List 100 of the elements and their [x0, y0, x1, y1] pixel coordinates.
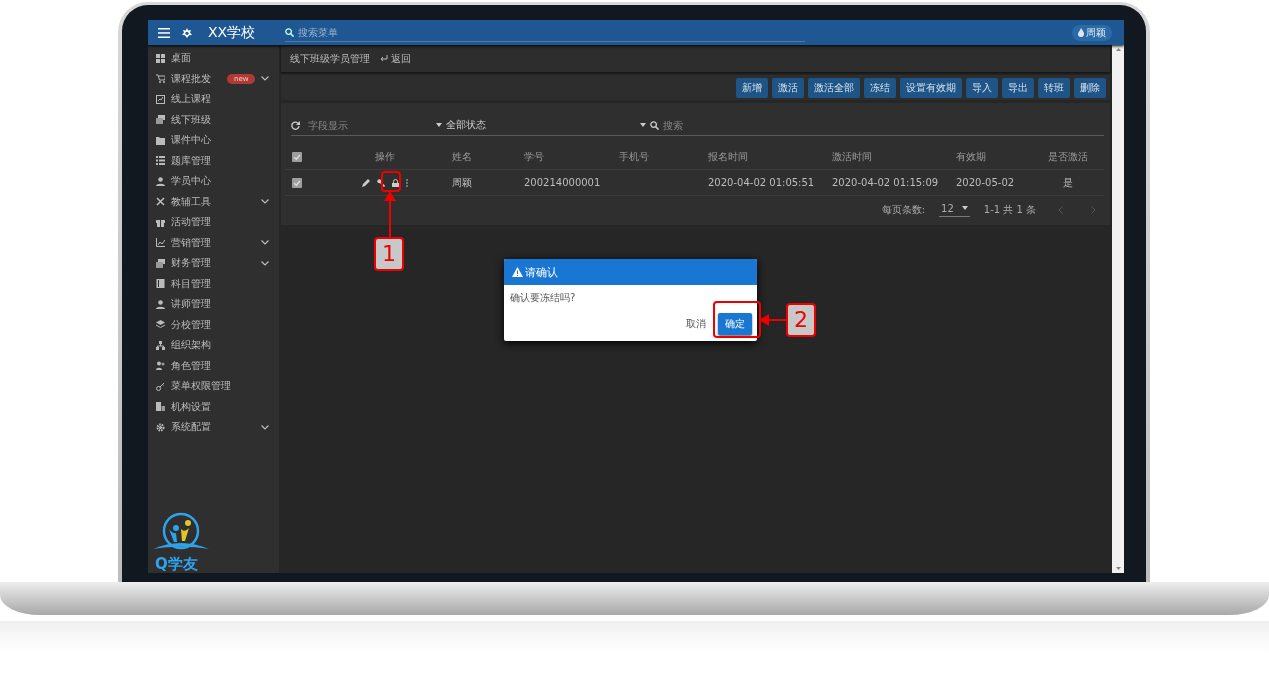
column-header: 报名时间 [701, 144, 825, 170]
pencil-icon[interactable] [362, 178, 370, 187]
column-header: 有效期 [949, 144, 1032, 170]
page-range: 1-1 共 1 条 [983, 202, 1036, 217]
toolbar-button[interactable]: 导入 [966, 77, 998, 98]
page-title: 线下班级学员管理 [290, 51, 370, 66]
rows-per-page-label: 每页条数: [881, 202, 926, 217]
toolbar-button[interactable]: 转班 [1038, 77, 1070, 98]
sidebar-item[interactable]: 桌面 [148, 48, 279, 69]
menu-icon[interactable] [158, 27, 170, 38]
step-number: 2 [786, 303, 816, 337]
toolbar-button[interactable]: 导出 [1002, 77, 1034, 98]
toolbar-button[interactable]: 设置有效期 [900, 77, 962, 98]
search-field[interactable]: 搜索 [663, 119, 1063, 131]
gear-icon [156, 422, 165, 432]
chart-icon [156, 238, 165, 248]
sidebar-item[interactable]: 学员中心 [148, 171, 279, 192]
field-display-input[interactable]: 字段显示 [308, 119, 428, 131]
sidebar-item-label: 课件中心 [171, 133, 211, 148]
sidebar-item-label: 学员中心 [171, 174, 211, 189]
caret-icon [961, 206, 968, 210]
checkbox[interactable] [292, 151, 302, 162]
sidebar-item-label: 线下班级 [171, 112, 211, 127]
sidebar-item-label: 财务管理 [171, 256, 211, 271]
cancel-button[interactable]: 取消 [684, 315, 708, 333]
toolbar-button[interactable]: 删除 [1074, 77, 1106, 98]
layers-icon [156, 320, 165, 330]
column-header: 操作 [325, 144, 445, 170]
sidebar-item-label: 机构设置 [171, 399, 211, 414]
rows-per-page-select[interactable]: 12 [939, 202, 970, 217]
sidebar-item[interactable]: 线上课程 [148, 89, 279, 110]
sidebar-item[interactable]: 讲师管理 [148, 294, 279, 315]
sidebar-item-label: 菜单权限管理 [171, 379, 231, 394]
column-header: 是否激活 [1032, 144, 1104, 170]
sidebar-item[interactable]: 财务管理 [148, 253, 279, 274]
grid-icon [156, 53, 165, 63]
column-header: 学号 [517, 144, 612, 170]
cart-icon [156, 74, 165, 84]
sidebar-item[interactable]: 科目管理 [148, 273, 279, 294]
arrow [759, 313, 786, 327]
sidebar-item[interactable]: 组织架构 [148, 335, 279, 356]
sidebar-item[interactable]: 菜单权限管理 [148, 376, 279, 397]
sidebar-item-label: 桌面 [171, 51, 191, 66]
sidebar-item-label: 营销管理 [171, 235, 211, 250]
toolbar-button[interactable]: 激活全部 [808, 77, 860, 98]
person-icon [156, 299, 165, 309]
sidebar-item[interactable]: 系统配置 [148, 417, 279, 438]
sidebar-item[interactable]: 课件中心 [148, 130, 279, 151]
column-header: 激活时间 [825, 144, 949, 170]
sidebar-item-label: 系统配置 [171, 420, 211, 435]
wrench-icon[interactable] [377, 178, 385, 187]
arrow [383, 191, 397, 237]
search-icon [650, 120, 659, 130]
building-icon [156, 402, 165, 412]
checkbox[interactable] [292, 177, 302, 188]
dialog-message: 确认要冻结吗? [509, 291, 577, 305]
scroll-down-icon [1115, 567, 1121, 570]
dialog-title: 请确认 [525, 264, 558, 280]
lock-icon[interactable] [392, 178, 399, 187]
confirm-button[interactable]: 确定 [718, 313, 752, 335]
table-cell: 2020-05-02 [949, 170, 1032, 196]
sidebar-item-label: 题库管理 [171, 153, 211, 168]
back-link[interactable]: 返回 [380, 51, 411, 66]
sidebar-item[interactable]: 角色管理 [148, 355, 279, 376]
sidebar-item[interactable]: 线下班级 [148, 109, 279, 130]
sidebar-item[interactable]: 活动管理 [148, 212, 279, 233]
toolbar-button[interactable]: 激活 [772, 77, 804, 98]
sidebar-item[interactable]: 分校管理 [148, 314, 279, 335]
app-title: XX学校 [208, 23, 256, 42]
step-number: 1 [374, 237, 404, 271]
sidebar-item[interactable]: 题库管理 [148, 150, 279, 171]
search-icon [285, 27, 295, 37]
table-cell: 是 [1032, 170, 1104, 196]
column-header: 姓名 [445, 144, 517, 170]
refresh-icon[interactable] [291, 120, 300, 130]
stack-icon [156, 258, 165, 268]
user-chip[interactable]: 周颖 [1072, 24, 1112, 41]
toolbar-button[interactable]: 冻结 [864, 77, 896, 98]
person-icon [156, 176, 165, 186]
caret-icon[interactable] [640, 123, 646, 127]
sidebar-item[interactable]: 营销管理 [148, 232, 279, 253]
return-icon [380, 55, 388, 62]
table-cell: 200214000001 [517, 170, 612, 196]
sidebar-item[interactable]: 教辅工具 [148, 191, 279, 212]
tools-icon [156, 197, 165, 207]
settings-icon[interactable] [182, 27, 192, 38]
column-header: 手机号 [612, 144, 701, 170]
highlight-frame [381, 171, 401, 192]
search-field[interactable]: 搜索菜单 [285, 23, 806, 42]
sidebar-item-label: 科目管理 [171, 276, 211, 291]
sidebar-item[interactable]: 机构设置 [148, 396, 279, 417]
search-input[interactable]: 搜索菜单 [298, 26, 799, 38]
chart-icon [156, 94, 165, 104]
sidebar-item-label: 教辅工具 [171, 194, 211, 209]
status-dropdown[interactable]: 全部状态 [436, 118, 636, 132]
logo-text: Q学友 [154, 555, 198, 573]
sidebar-item-label: 讲师管理 [171, 297, 211, 312]
scroll-up-icon [1115, 48, 1121, 51]
toolbar-button[interactable]: 新增 [736, 77, 768, 98]
people-icon [156, 361, 165, 371]
